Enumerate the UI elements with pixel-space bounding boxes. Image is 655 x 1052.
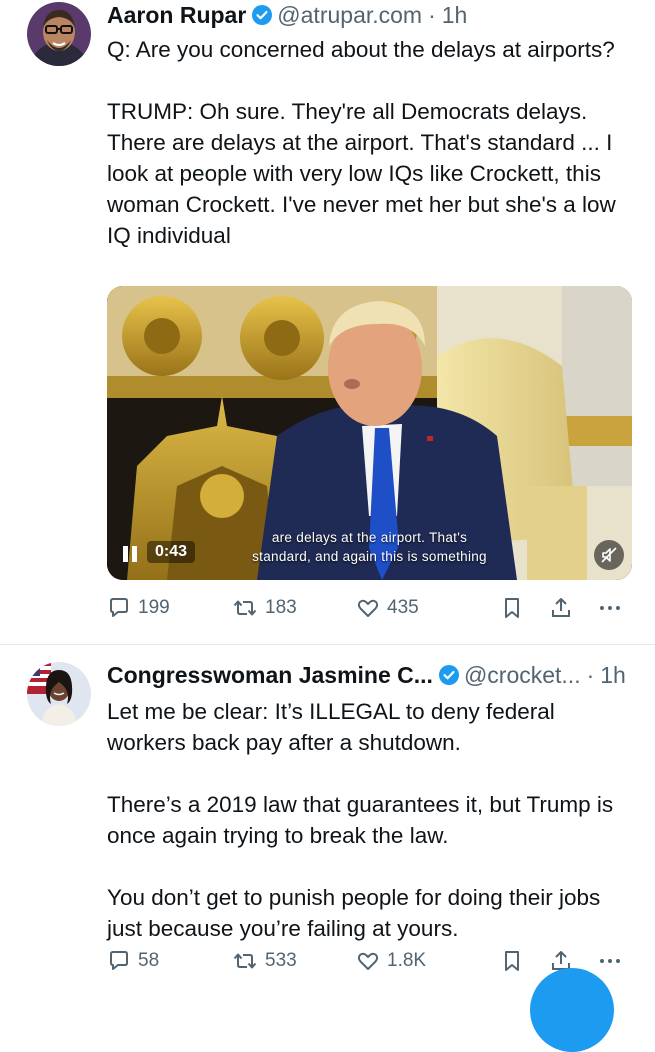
video-player[interactable]: are delays at the airport. That's standa… (107, 286, 632, 580)
tweet-paragraph: You don’t get to punish people for doing… (107, 885, 601, 941)
more-icon (597, 949, 623, 973)
repost-count: 533 (265, 950, 297, 971)
like-button[interactable]: 1.8K (356, 949, 426, 973)
tweet-text: Q: Are you concerned about the delays at… (107, 34, 637, 251)
pause-icon[interactable] (123, 544, 141, 564)
tweet-paragraph: TRUMP: Oh sure. They're all Democrats de… (107, 99, 616, 248)
reply-icon (107, 949, 131, 973)
share-button[interactable] (549, 596, 573, 620)
repost-icon (232, 596, 258, 620)
tweet-header: Aaron Rupar @atrupar.com · 1h (107, 0, 635, 30)
like-count: 1.8K (387, 950, 427, 971)
bookmark-icon (501, 949, 523, 973)
repost-count: 183 (265, 597, 297, 618)
like-button[interactable]: 435 (356, 596, 419, 620)
bookmark-button[interactable] (501, 596, 523, 620)
reply-button[interactable]: 199 (107, 596, 170, 620)
heart-icon (356, 949, 380, 973)
more-button[interactable] (597, 949, 623, 973)
reply-count: 58 (138, 950, 160, 971)
share-icon (549, 596, 573, 620)
verified-badge-icon (438, 665, 459, 685)
tweet-paragraph: There’s a 2019 law that guarantees it, b… (107, 792, 614, 848)
verified-badge-icon (252, 5, 273, 25)
tweet-timestamp[interactable]: 1h (600, 662, 626, 689)
separator-dot: · (428, 1, 436, 28)
compose-button[interactable] (530, 968, 614, 1052)
tweet-timestamp[interactable]: 1h (442, 2, 468, 29)
avatar[interactable] (27, 662, 91, 726)
repost-button[interactable]: 183 (232, 596, 297, 620)
video-elapsed-time: 0:43 (147, 541, 196, 563)
like-count: 435 (387, 597, 419, 618)
author-handle[interactable]: @crocket... (464, 662, 581, 689)
tweet[interactable]: Aaron Rupar @atrupar.com · 1h Q: Are you… (0, 0, 655, 644)
reply-count: 199 (138, 597, 170, 618)
tweet-actions: 199 183 435 (107, 596, 627, 626)
reply-icon (107, 596, 131, 620)
bookmark-icon (501, 596, 523, 620)
muted-speaker-icon[interactable] (594, 540, 624, 570)
tweet-paragraph: Let me be clear: It’s ILLEGAL to deny fe… (107, 699, 555, 755)
tweet-paragraph: Q: Are you concerned about the delays at… (107, 37, 615, 62)
repost-button[interactable]: 533 (232, 949, 297, 973)
separator-dot: · (586, 661, 595, 688)
author-handle[interactable]: @atrupar.com (277, 2, 422, 29)
heart-icon (356, 596, 380, 620)
author-name[interactable]: Aaron Rupar (107, 2, 246, 29)
avatar[interactable] (27, 2, 91, 66)
more-button[interactable] (597, 596, 623, 620)
bookmark-button[interactable] (501, 949, 523, 973)
repost-icon (232, 949, 258, 973)
more-icon (597, 596, 623, 620)
tweet[interactable]: Congresswoman Jasmine C... @crocket... ·… (0, 645, 655, 1000)
tweet-text: Let me be clear: It’s ILLEGAL to deny fe… (107, 696, 637, 944)
author-name[interactable]: Congresswoman Jasmine C... (107, 662, 433, 689)
tweet-header: Congresswoman Jasmine C... @crocket... ·… (107, 660, 635, 690)
reply-button[interactable]: 58 (107, 949, 159, 973)
